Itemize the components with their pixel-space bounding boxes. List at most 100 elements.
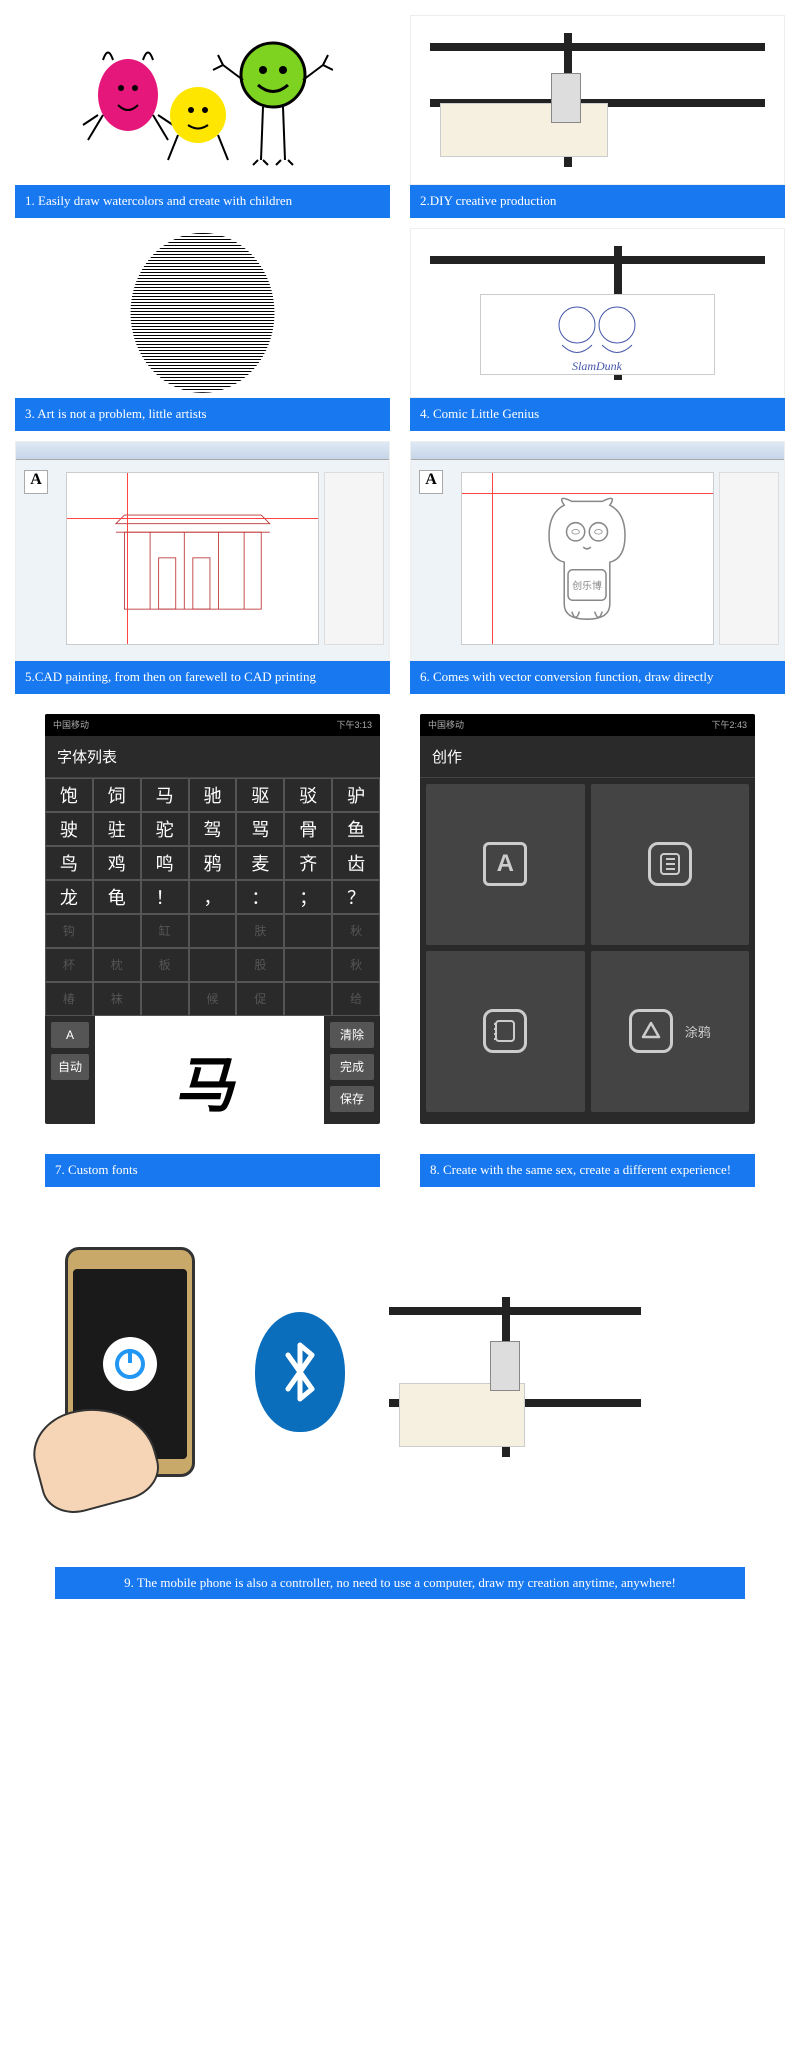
char-cell: 驾 (189, 812, 237, 846)
char-cell-dim: 缸 (141, 914, 189, 948)
char-cell: ？ (332, 880, 380, 914)
phone-header: 创作 (420, 736, 755, 778)
save-button: 保存 (330, 1086, 374, 1112)
bluetooth-icon (255, 1312, 355, 1442)
char-cell-dim (284, 982, 332, 1016)
char-cell-dim: 椿 (45, 982, 93, 1016)
handwriting-area: A 自动 马 清除 完成 保存 (45, 1016, 380, 1124)
feature-1: 1. Easily draw watercolors and create wi… (15, 15, 390, 218)
feature-6: 创乐博 A 6. Comes with vector conversion fu… (410, 441, 785, 694)
create-notebook-cell (591, 784, 750, 945)
char-cell: 鸣 (141, 846, 189, 880)
phone-create-screenshot: 中国移动 下午2:43 创作 A (420, 714, 755, 1124)
carrier-label: 中国移动 (53, 718, 89, 731)
feature-row-1: 1. Easily draw watercolors and create wi… (15, 15, 785, 218)
char-cell: ， (189, 880, 237, 914)
char-cell-dim (141, 982, 189, 1016)
caption-3: 3. Art is not a problem, little artists (15, 398, 390, 431)
feature-row-2: 3. Art is not a problem, little artists … (15, 228, 785, 431)
char-cell-dim (189, 948, 237, 982)
clear-button: 清除 (330, 1022, 374, 1048)
character-grid: 饱 饲 马 驰 驱 驳 驴 驶 驻 驼 驾 骂 骨 鱼 鸟 鸡 鸣 (45, 778, 380, 1016)
char-cell-dim (189, 914, 237, 948)
feature-row-6: 9. The mobile phone is also a controller… (15, 1537, 785, 1640)
char-cell: 鸟 (45, 846, 93, 880)
watercolor-smileys-image (15, 15, 390, 185)
plotter-photo-2 (375, 1277, 655, 1477)
char-cell: 齐 (284, 846, 332, 880)
char-cell-dim: 板 (141, 948, 189, 982)
caption-5: 5.CAD painting, from then on farewell to… (15, 661, 390, 694)
char-cell-dim (93, 914, 141, 948)
char-cell-dim: 钩 (45, 914, 93, 948)
char-cell: 驶 (45, 812, 93, 846)
phone-status-bar: 中国移动 下午2:43 (420, 714, 755, 736)
char-cell: 马 (141, 778, 189, 812)
char-cell-dim: 促 (236, 982, 284, 1016)
char-cell: 驱 (236, 778, 284, 812)
auto-button: 自动 (51, 1054, 89, 1080)
char-cell: 骂 (236, 812, 284, 846)
caption-8: 8. Create with the same sex, create a di… (420, 1154, 755, 1187)
char-cell-dim: 股 (236, 948, 284, 982)
svg-text:SlamDunk: SlamDunk (572, 359, 623, 373)
caption-1: 1. Easily draw watercolors and create wi… (15, 185, 390, 218)
char-cell-dim: 肤 (236, 914, 284, 948)
line-art-portrait-image (15, 228, 390, 398)
mode-a-button: A (51, 1022, 89, 1048)
char-cell-dim: 候 (189, 982, 237, 1016)
feature-3: 3. Art is not a problem, little artists (15, 228, 390, 431)
phone-status-bar: 中国移动 下午3:13 (45, 714, 380, 736)
notebook-icon (648, 842, 692, 886)
char-cell-dim: 袜 (93, 982, 141, 1016)
caption-2: 2.DIY creative production (410, 185, 785, 218)
done-button: 完成 (330, 1054, 374, 1080)
caption-7: 7. Custom fonts (45, 1154, 380, 1187)
char-cell: 驰 (189, 778, 237, 812)
char-cell: 麦 (236, 846, 284, 880)
svg-text:创乐博: 创乐博 (573, 579, 603, 592)
phone-header: 字体列表 (45, 736, 380, 778)
vector-software-screenshot: 创乐博 A (410, 441, 785, 661)
text-icon: A (483, 842, 527, 886)
create-text-cell: A (426, 784, 585, 945)
char-cell: 龙 (45, 880, 93, 914)
caption-9: 9. The mobile phone is also a controller… (55, 1567, 745, 1600)
char-cell-dim: 给 (332, 982, 380, 1016)
char-cell: ： (236, 880, 284, 914)
char-cell: 驴 (332, 778, 380, 812)
handwritten-char: 马 (172, 1037, 247, 1124)
sketch-icon (483, 1009, 527, 1053)
feature-7: 中国移动 下午3:13 字体列表 饱 饲 马 驰 驱 驳 驴 驶 驻 驼 驾 骂 (45, 714, 380, 1187)
handwriting-canvas: 马 (95, 1016, 324, 1124)
char-cell: 龟 (93, 880, 141, 914)
char-cell-dim: 秋 (332, 948, 380, 982)
char-cell: 驻 (93, 812, 141, 846)
feature-row-3: A 5.CAD painting, from then on farewell … (15, 441, 785, 694)
phone-in-hand-illustration (35, 1247, 235, 1507)
phone-font-list-screenshot: 中国移动 下午3:13 字体列表 饱 饲 马 驰 驱 驳 驴 驶 驻 驼 驾 骂 (45, 714, 380, 1124)
char-cell: 骨 (284, 812, 332, 846)
char-cell: 鸡 (93, 846, 141, 880)
char-cell: 饱 (45, 778, 93, 812)
char-cell-dim (284, 914, 332, 948)
create-doodle-cell: 涂鸦 (591, 951, 750, 1112)
char-cell: 齿 (332, 846, 380, 880)
char-cell: 驼 (141, 812, 189, 846)
feature-4: SlamDunk 4. Comic Little Genius (410, 228, 785, 431)
char-cell: ！ (141, 880, 189, 914)
char-cell: 饲 (93, 778, 141, 812)
create-grid: A (420, 778, 755, 1118)
caption-4: 4. Comic Little Genius (410, 398, 785, 431)
feature-2: 2.DIY creative production (410, 15, 785, 218)
feature-row-4: 中国移动 下午3:13 字体列表 饱 饲 马 驰 驱 驳 驴 驶 驻 驼 驾 骂 (15, 704, 785, 1197)
char-cell-dim (284, 948, 332, 982)
time-label: 下午2:43 (711, 718, 747, 731)
carrier-label: 中国移动 (428, 718, 464, 731)
cad-software-screenshot: A (15, 441, 390, 661)
char-cell-dim: 秋 (332, 914, 380, 948)
feature-row-5 (15, 1207, 785, 1527)
char-cell-dim: 杯 (45, 948, 93, 982)
power-button-icon (103, 1337, 157, 1391)
doodle-icon (629, 1009, 673, 1053)
